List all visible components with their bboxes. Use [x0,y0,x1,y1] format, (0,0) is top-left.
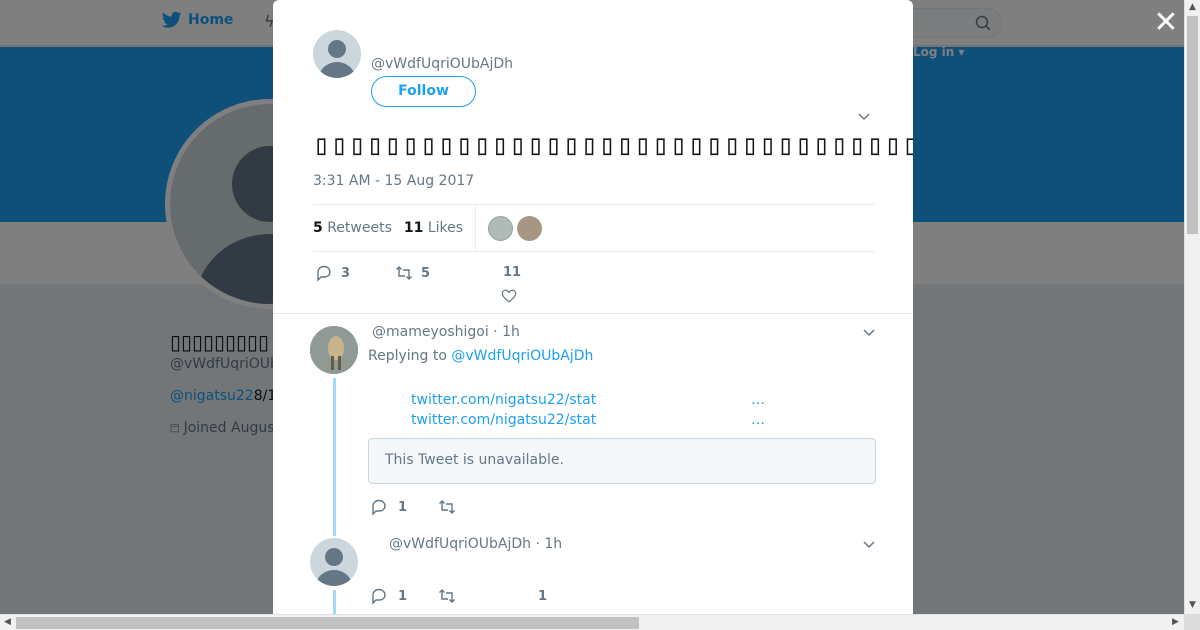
chevron-down-icon[interactable] [862,326,876,340]
scrollbar-corner [1184,614,1200,630]
scrollbar-thumb[interactable] [1187,16,1198,234]
close-icon[interactable]: ✕ [1152,8,1180,38]
heart-icon[interactable] [501,288,517,304]
tweet-text: ▯▯▯▯▯▯▯▯▯▯▯▯▯▯▯▯▯▯▯▯▯▯▯▯▯▯▯▯▯▯▯▯▯▯▯▯▯▯▯▯… [313,128,913,161]
replying-to: Replying to @vWdfUqriOUbAjDh [368,348,594,364]
chevron-down-icon[interactable] [857,110,871,124]
likes-stat[interactable]: 11 Likes [404,220,463,236]
reply-icon[interactable] [370,587,388,605]
like-count: 1 [538,588,548,604]
reply-icon [317,265,331,282]
quoted-tweet-unavailable: This Tweet is unavailable. [368,438,876,484]
like-count: 11 [503,265,522,280]
scroll-down-icon[interactable]: ▼ [1189,600,1196,610]
author-handle[interactable]: @vWdfUqriOUbAjDh [371,56,513,72]
scroll-left-icon[interactable]: ◀ [4,617,11,627]
liker-avatar[interactable] [488,215,514,241]
reply-actions: 1 1 [370,587,547,605]
vertical-scrollbar[interactable]: ▲ ▼ [1184,0,1200,614]
replying-to-link[interactable]: @vWdfUqriOUbAjDh [451,348,593,364]
retweet-icon[interactable] [438,587,456,605]
tweet-link[interactable]: twitter.com/nigatsu22/stat [411,392,596,408]
tweet-modal: @vWdfUqriOUbAjDh Follow ▯▯▯▯▯▯▯▯▯▯▯▯▯▯▯▯… [273,0,913,614]
reply-avatar[interactable] [310,326,358,374]
tweet-link[interactable]: twitter.com/nigatsu22/stat [411,412,596,428]
retweet-icon[interactable] [438,498,456,516]
reply-button[interactable]: 3 [315,264,350,282]
reply-handle[interactable]: @vWdfUqriOUbAjDh · 1h [389,536,562,552]
liker-avatar[interactable] [517,215,543,241]
thread-line [333,590,336,614]
retweet-button[interactable]: 5 [395,264,430,282]
thread-line [333,378,336,536]
tweet-stats: 5 Retweets 11 Likes [313,204,874,252]
stats-divider [475,205,477,251]
scroll-right-icon[interactable]: ▶ [1172,617,1179,627]
tweet-actions: 3 5 11 [313,262,874,312]
horizontal-scrollbar[interactable]: ◀ ▶ [0,614,1184,630]
reply-actions: 1 [370,498,456,516]
retweets-stat[interactable]: 5 Retweets [313,220,392,236]
scroll-up-icon[interactable]: ▲ [1189,2,1196,12]
divider [273,313,913,314]
author-avatar[interactable] [313,30,361,78]
retweet-icon [396,266,412,280]
reply-icon[interactable] [370,498,388,516]
link-ellipsis: … [751,392,765,408]
link-ellipsis: … [751,412,765,428]
scrollbar-thumb[interactable] [16,617,639,629]
reply-avatar[interactable] [310,538,358,586]
reply-handle[interactable]: @mameyoshigoi · 1h [372,324,520,340]
follow-button[interactable]: Follow [371,76,476,107]
tweet-timestamp[interactable]: 3:31 AM - 15 Aug 2017 [313,173,474,189]
chevron-down-icon[interactable] [862,538,876,552]
